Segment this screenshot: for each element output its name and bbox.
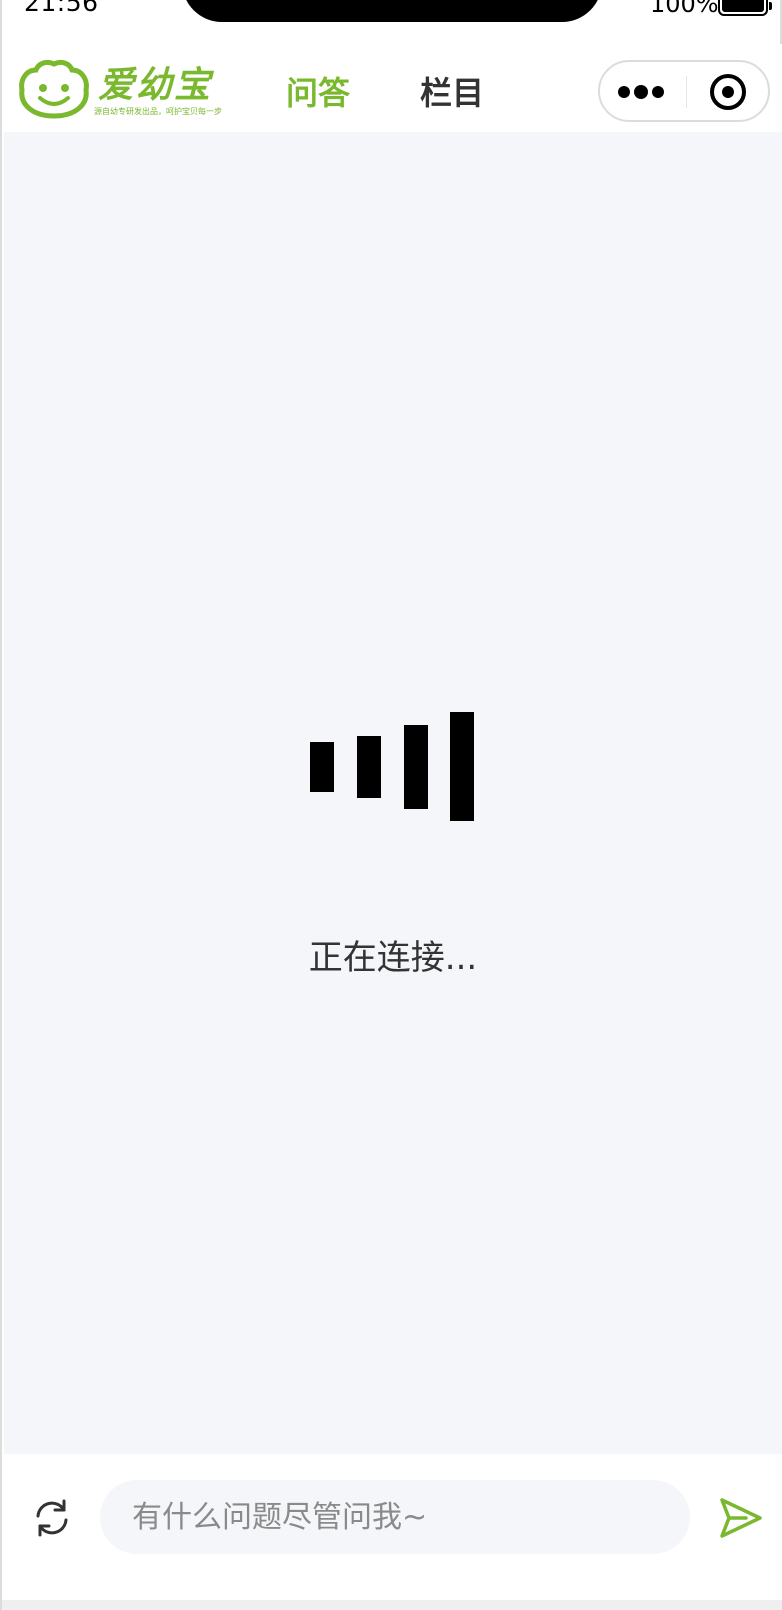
brand-logo: 爱幼宝 源自幼专研发出品，呵护宝贝每一步 bbox=[16, 52, 222, 128]
signal-bar-2 bbox=[357, 736, 381, 798]
refresh-icon[interactable] bbox=[30, 1496, 74, 1540]
chat-area: 正在连接... bbox=[4, 132, 782, 1454]
logo-slogan: 源自幼专研发出品，呵护宝贝每一步 bbox=[94, 107, 222, 116]
top-header: 爱幼宝 源自幼专研发出品，呵护宝贝每一步 问答 栏目 bbox=[4, 44, 782, 132]
tab-qa[interactable]: 问答 bbox=[286, 68, 350, 114]
chat-input[interactable] bbox=[100, 1480, 690, 1554]
target-circle-icon[interactable] bbox=[710, 74, 746, 110]
mini-program-capsule bbox=[598, 60, 770, 122]
capsule-divider bbox=[686, 76, 687, 108]
battery-percent: 100% bbox=[650, 0, 719, 18]
device-notch bbox=[182, 0, 602, 22]
smiling-baby-face-logo-icon bbox=[19, 59, 89, 119]
chat-input-bar bbox=[4, 1454, 782, 1600]
signal-bar-3 bbox=[404, 725, 428, 809]
send-icon[interactable] bbox=[716, 1494, 764, 1542]
battery-icon bbox=[718, 0, 772, 16]
status-time: 21:56 bbox=[24, 0, 99, 17]
connection-status: 正在连接... bbox=[308, 938, 478, 978]
signal-bar-4 bbox=[450, 712, 474, 821]
more-dots-icon[interactable] bbox=[618, 80, 670, 104]
signal-bar-1 bbox=[310, 742, 334, 792]
app-frame: 21:56 100% 爱幼宝 源自幼专研发出品，呵护宝贝每一步 问答 栏目 正在… bbox=[0, 0, 782, 1610]
signal-bars-icon bbox=[310, 712, 480, 826]
bottom-strip bbox=[2, 1600, 782, 1610]
logo-title: 爱幼宝 bbox=[98, 64, 213, 106]
tab-columns[interactable]: 栏目 bbox=[420, 68, 484, 114]
